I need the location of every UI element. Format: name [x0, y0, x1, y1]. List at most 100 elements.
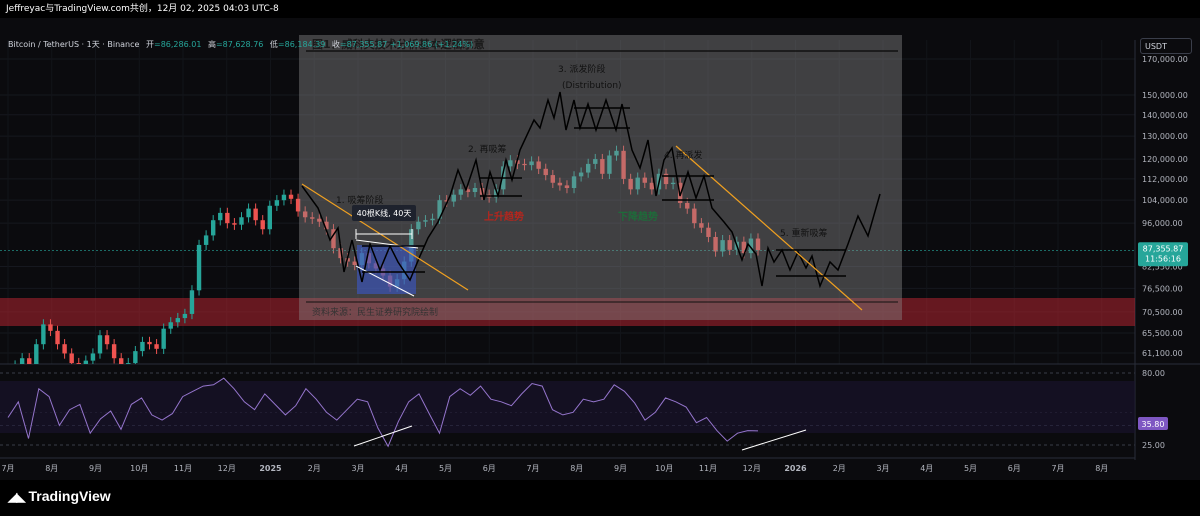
candle-body: [147, 341, 152, 345]
price-badge-countdown: 11:56:16: [1145, 254, 1181, 263]
uptrend-label: 上升趋势: [484, 210, 524, 223]
candle-body: [246, 208, 251, 218]
price-badge: 87,355.87 11:56:16: [1138, 242, 1188, 267]
price-tick-label: 96,000.00: [1142, 219, 1183, 228]
high-value: =87,628.76: [215, 40, 264, 49]
phase5-label: 5. 重新吸筹: [780, 227, 827, 239]
candle-body: [182, 313, 188, 319]
time-tick-label: 8月: [570, 464, 583, 473]
phase3-label: 3. 派发阶段: [558, 63, 605, 75]
candle-body: [232, 223, 237, 225]
price-tick-label: 170,000.00: [1142, 55, 1188, 64]
low-value: =86,184.39: [277, 40, 326, 49]
time-tick-label: 10月: [130, 464, 148, 473]
overlay-source: 资料来源：民生证券研究院绘制: [312, 306, 438, 318]
rsi-badge-value: 35.80: [1142, 420, 1165, 429]
candle-body: [111, 344, 117, 359]
time-tick-label: 12月: [218, 464, 236, 473]
candle-body: [13, 365, 17, 372]
candle-body: [210, 220, 216, 236]
candle-body: [97, 335, 103, 354]
candle-body: [48, 324, 53, 331]
candle-body: [260, 220, 265, 230]
price-axis[interactable]: 170,000.00 150,000.00 140,000.00 130,000.00…: [1142, 55, 1188, 358]
open-value: =86,286.01: [153, 40, 202, 49]
price-tick-label: 70,500.00: [1142, 308, 1183, 317]
candle-body: [104, 335, 110, 345]
price-tick-label: 112,000.00: [1142, 175, 1188, 184]
candle-body: [154, 344, 159, 349]
rsi-axis[interactable]: 80.0040.0025.00: [1142, 369, 1165, 450]
candle-body: [189, 290, 195, 314]
price-chart[interactable]: 图1：威科夫技术分析基本逻辑示意 资料来源：民生证券研究院绘制 40根K线, 4…: [0, 18, 1200, 480]
candle-body: [168, 322, 173, 329]
price-tick-label: 140,000.00: [1142, 111, 1188, 120]
tradingview-logo-icon: ◢◣: [8, 490, 25, 504]
time-tick-label: 10月: [655, 464, 673, 473]
open-label: 开: [145, 40, 154, 49]
symbol-label[interactable]: Bitcoin / TetherUS · 1天 · Binance: [8, 40, 139, 49]
phase3-en-label: (Distribution): [562, 81, 622, 91]
chart-title: Jeffreyac与TradingView.com共创，12月 02, 2025…: [0, 0, 1200, 18]
candle-body: [6, 373, 10, 379]
price-badge-value: 87,355.87: [1143, 244, 1184, 253]
brand[interactable]: ◢◣ TradingView: [8, 487, 111, 506]
price-tick-label: 130,000.00: [1142, 132, 1188, 141]
candle-body: [267, 205, 272, 230]
time-tick-label: 5月: [439, 464, 452, 473]
price-tick-label: 150,000.00: [1142, 91, 1188, 100]
candle-body: [175, 318, 181, 323]
time-tick-label: 9月: [89, 464, 102, 473]
candle-body: [90, 353, 96, 361]
change-value: +1,069.86 (+1.24%): [389, 40, 474, 49]
phase2-label: 2. 再吸筹: [468, 143, 506, 155]
close-label: 收: [331, 40, 340, 49]
price-tick-label: 65,500.00: [1142, 329, 1183, 338]
time-tick-label: 5月: [964, 464, 977, 473]
time-tick-label: 6月: [483, 464, 496, 473]
candle-body: [196, 244, 202, 291]
rsi-tick-label: 25.00: [1142, 441, 1165, 450]
price-tick-label: 104,000.00: [1142, 196, 1188, 205]
candle-body: [281, 194, 287, 201]
time-tick-label: 7月: [1051, 464, 1064, 473]
currency-button[interactable]: USDT: [1140, 38, 1192, 54]
rsi-badge: 35.80: [1138, 417, 1168, 430]
time-tick-label: 2025: [259, 464, 282, 473]
bars-note: 40根K线, 40天: [357, 208, 412, 218]
time-tick-label: 9月: [614, 464, 627, 473]
time-tick-label: 11月: [174, 464, 192, 473]
rsi-tick-label: 80.00: [1142, 369, 1165, 378]
candle-body: [161, 328, 166, 349]
candle-body: [62, 344, 67, 354]
price-tick-label: 120,000.00: [1142, 155, 1188, 164]
time-tick-label: 2月: [833, 464, 846, 473]
rsi-band: [0, 381, 1135, 433]
candle-body: [41, 324, 46, 345]
footer: [0, 480, 1200, 516]
time-tick-label: 2026: [784, 464, 807, 473]
candle-body: [140, 341, 145, 352]
candle-body: [253, 208, 258, 221]
time-axis[interactable]: 7月 8月 9月 10月 11月 12月 2025 2月 3月 4月 5月 6月 7月 8月 9月 10月 11…: [1, 464, 1108, 473]
time-tick-label: 3月: [876, 464, 889, 473]
high-label: 高: [207, 40, 216, 49]
price-tick-label: 76,500.00: [1142, 284, 1183, 293]
chart-frame[interactable]: 图1：威科夫技术分析基本逻辑示意 资料来源：民生证券研究院绘制 40根K线, 4…: [0, 18, 1200, 480]
phase4-label: 4. 再派发: [664, 149, 702, 161]
candle-body: [239, 217, 244, 225]
candle-body: [69, 353, 74, 364]
time-tick-label: 12月: [743, 464, 761, 473]
candle-body: [274, 200, 280, 206]
time-tick-label: 7月: [526, 464, 539, 473]
candle-body: [225, 212, 230, 224]
candle-body: [83, 360, 89, 364]
time-tick-label: 8月: [1095, 464, 1108, 473]
accumulation-box: [357, 245, 416, 294]
candle-body: [288, 194, 294, 199]
candle-body: [133, 351, 138, 364]
time-tick-label: 6月: [1008, 464, 1021, 473]
time-tick-label: 8月: [45, 464, 58, 473]
time-tick-label: 7月: [1, 464, 14, 473]
ohlc-legend: Bitcoin / TetherUS · 1天 · Binance 开=86,2…: [8, 38, 473, 52]
